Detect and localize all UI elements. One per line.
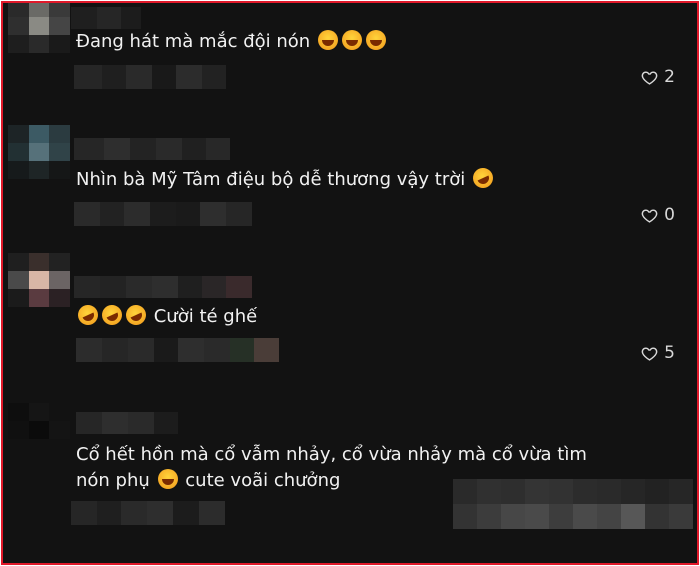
- like-button[interactable]: 5: [641, 343, 675, 363]
- avatar[interactable]: [8, 125, 70, 179]
- like-button[interactable]: 0: [641, 205, 675, 225]
- comment-text-content: Nhìn bà Mỹ Tâm điệu bộ dễ thương vậy trờ…: [76, 169, 466, 190]
- heart-icon: [641, 208, 658, 223]
- avatar[interactable]: [8, 253, 70, 307]
- heart-icon: [641, 70, 658, 85]
- like-button[interactable]: 2: [641, 67, 675, 87]
- heart-icon: [641, 346, 658, 361]
- comment-text-content: Đang hát mà mắc đội nón: [76, 31, 311, 52]
- rolling-on-floor-laughing-icon: [98, 301, 126, 329]
- laughing-face-icon: [157, 469, 178, 489]
- like-count: 2: [664, 67, 675, 87]
- timestamp-redacted: [71, 501, 225, 525]
- comment-text: Nhìn bà Mỹ Tâm điệu bộ dễ thương vậy trờ…: [76, 164, 497, 193]
- laughing-face-icon: [365, 30, 386, 50]
- timestamp-redacted: [74, 65, 226, 89]
- comment-text: Đang hát mà mắc đội nón: [76, 29, 388, 55]
- username-redacted[interactable]: [74, 138, 230, 160]
- comment-text-content: Cười té ghế: [153, 306, 258, 327]
- like-count: 0: [664, 205, 675, 225]
- squinting-tongue-face-icon: [469, 164, 497, 192]
- username-redacted[interactable]: [76, 412, 178, 434]
- username-redacted[interactable]: [71, 7, 141, 29]
- rolling-on-floor-laughing-icon: [74, 301, 102, 329]
- avatar[interactable]: [8, 403, 70, 457]
- comment-text-content: nón phụ: [76, 470, 150, 491]
- avatar[interactable]: [8, 3, 70, 53]
- comment-text: Cười té ghế: [74, 301, 258, 330]
- username-redacted[interactable]: [74, 276, 252, 298]
- redacted-mosaic: [453, 479, 693, 529]
- comment-text-line: Cổ hết hồn mà cổ vẫm nhảy, cổ vừa nhảy m…: [76, 444, 587, 465]
- laughing-face-icon: [341, 30, 362, 50]
- laughing-face-icon: [317, 30, 338, 50]
- like-count: 5: [664, 343, 675, 363]
- comment-text-content: cute voãi chưởng: [185, 470, 341, 491]
- comments-panel: Đang hát mà mắc đội nón 2 Nhìn bà Mỹ Tâm…: [1, 1, 699, 565]
- timestamp-redacted: [76, 338, 279, 362]
- timestamp-redacted: [74, 202, 252, 226]
- rolling-on-floor-laughing-icon: [122, 301, 150, 329]
